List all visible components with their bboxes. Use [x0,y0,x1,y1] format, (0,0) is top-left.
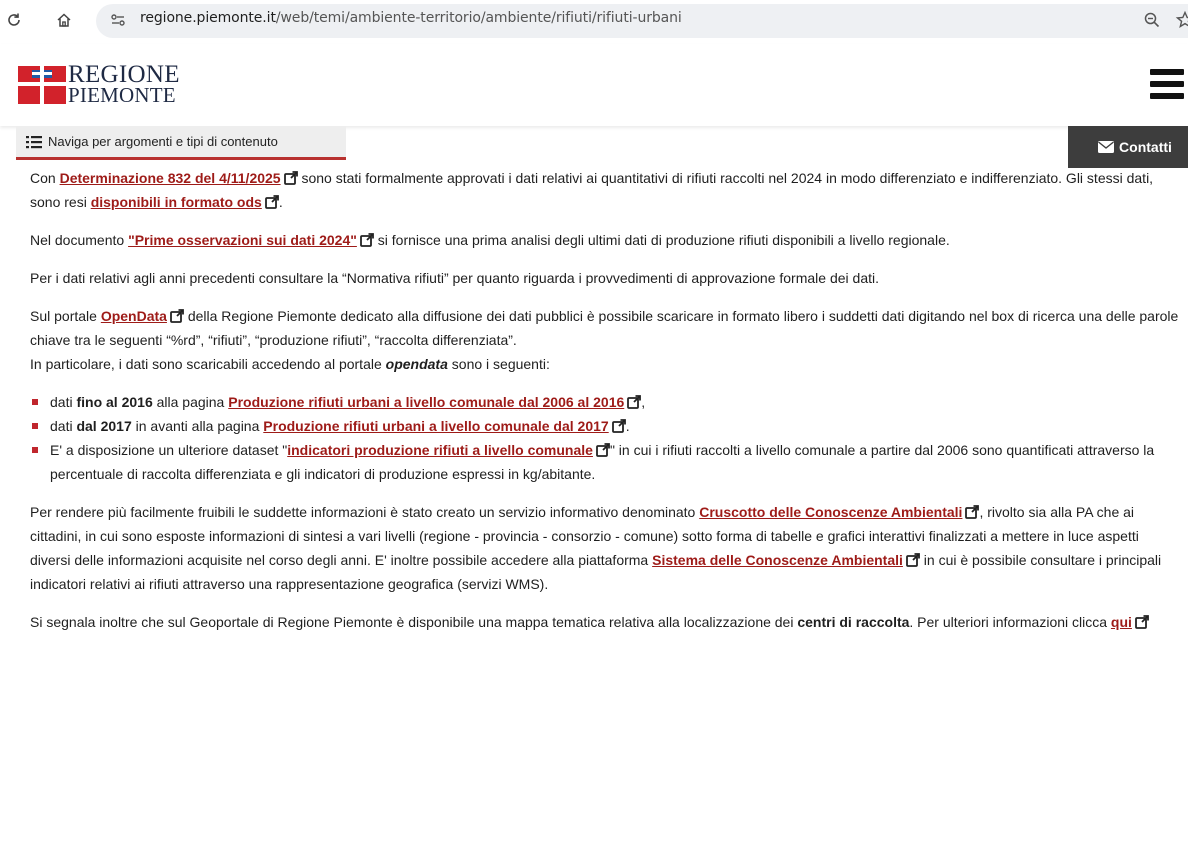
link-produzione-dal-2017[interactable]: Produzione rifiuti urbani a livello comu… [263,418,608,434]
text: In particolare, i dati sono scaricabili … [30,356,386,372]
site-header: REGIONE PIEMONTE [0,44,1188,126]
link-sistema-conoscenze[interactable]: Sistema delle Conoscenze Ambientali [652,552,903,568]
regione-piemonte-logo[interactable]: REGIONE PIEMONTE [18,61,198,110]
external-link-icon [906,553,920,567]
bold-text: centri di raccolta [797,614,910,630]
list-item: dati fino al 2016 alla pagina Produzione… [30,390,1180,414]
bookmark-star-icon[interactable] [1175,10,1188,30]
text: dati [50,418,77,434]
site-info-icon[interactable] [108,10,128,30]
text: . [278,194,283,210]
paragraph-opendata: Sul portale OpenData della Regione Piemo… [30,304,1180,376]
contacts-button[interactable]: Contatti [1068,126,1188,168]
link-indicatori-produzione[interactable]: indicatori produzione rifiuti a livello … [287,442,593,458]
external-link-icon [1135,615,1149,629]
external-link-icon [627,395,642,409]
paragraph-anni-precedenti: Per i dati relativi agli anni precedenti… [30,270,879,286]
text: si fornisce una prima analisi degli ulti… [373,232,950,248]
external-link-icon [283,171,298,185]
external-link-icon [359,233,374,247]
url-text[interactable]: regione.piemonte.it/web/temi/ambiente-te… [140,10,682,26]
text: . [625,418,630,434]
bold-text: dal 2017 [76,418,132,434]
piemonte-flag-icon [18,66,66,104]
external-link-icon [170,309,184,323]
text: in avanti alla pagina [131,418,264,434]
text: della Regione Piemonte dedicato alla dif… [30,308,1179,348]
envelope-icon [1098,141,1115,153]
url-host: regione.piemonte.it [140,10,276,26]
contacts-label: Contatti [1119,139,1172,155]
text: . Per ulteriori informazioni clicca [909,614,1111,630]
paragraph-determinazione: Con Determinazione 832 del 4/11/2025 son… [30,166,1180,214]
list-item: dati dal 2017 in avanti alla pagina Prod… [30,414,1180,438]
list-item: E' a disposizione un ulteriore dataset "… [30,438,1180,486]
link-produzione-2006-2016[interactable]: Produzione rifiuti urbani a livello comu… [228,394,624,410]
text: sono i seguenti: [447,356,550,372]
reload-icon[interactable] [2,8,26,32]
text: Per rendere più facilmente fruibili le s… [30,504,700,520]
link-prime-osservazioni[interactable]: "Prime osservazioni sui dati 2024" [128,232,357,248]
paragraph-cruscotto: Per rendere più facilmente fruibili le s… [30,500,1180,596]
paragraph-prime-osservazioni: Nel documento "Prime osservazioni sui da… [30,228,1180,252]
url-path: /web/temi/ambiente-territorio/ambiente/r… [275,10,682,26]
dataset-list: dati fino al 2016 alla pagina Produzione… [30,390,1180,486]
text: , [641,394,646,410]
topics-navigation-label: Naviga per argomenti e tipi di contenuto [48,134,278,149]
text: dati [50,394,77,410]
link-opendata[interactable]: OpenData [101,308,167,324]
logo-line-1: REGIONE [68,61,180,88]
text: Nel documento [30,232,129,248]
hamburger-menu-icon[interactable] [1150,69,1184,99]
link-qui[interactable]: qui [1111,614,1132,630]
external-link-icon [965,505,980,519]
text: Sul portale [30,308,101,324]
logo-line-2: PIEMONTE [68,83,176,107]
external-link-icon [611,419,626,433]
link-determinazione[interactable]: Determinazione 832 del 4/11/2025 [60,170,281,186]
text: E' a disposizione un ulteriore dataset " [50,442,288,458]
text: Con [30,170,60,186]
topics-navigation-button[interactable]: Naviga per argomenti e tipi di contenuto [16,126,346,160]
browser-toolbar: regione.piemonte.it/web/temi/ambiente-te… [0,0,1188,44]
zoom-icon[interactable] [1142,10,1162,30]
link-cruscotto[interactable]: Cruscotto delle Conoscenze Ambientali [699,504,962,520]
list-icon [26,135,42,148]
main-content: Con Determinazione 832 del 4/11/2025 son… [30,166,1180,648]
link-ods[interactable]: disponibili in formato ods [91,194,262,210]
text: Si segnala inoltre che sul Geoportale di… [30,614,798,630]
paragraph-geoportale: Si segnala inoltre che sul Geoportale di… [30,610,1180,634]
external-link-icon [264,195,279,209]
home-icon[interactable] [52,8,76,32]
external-link-icon [596,443,610,457]
bold-text: fino al 2016 [76,394,153,410]
opendata-emphasis: opendata [385,356,448,372]
text: alla pagina [152,394,229,410]
